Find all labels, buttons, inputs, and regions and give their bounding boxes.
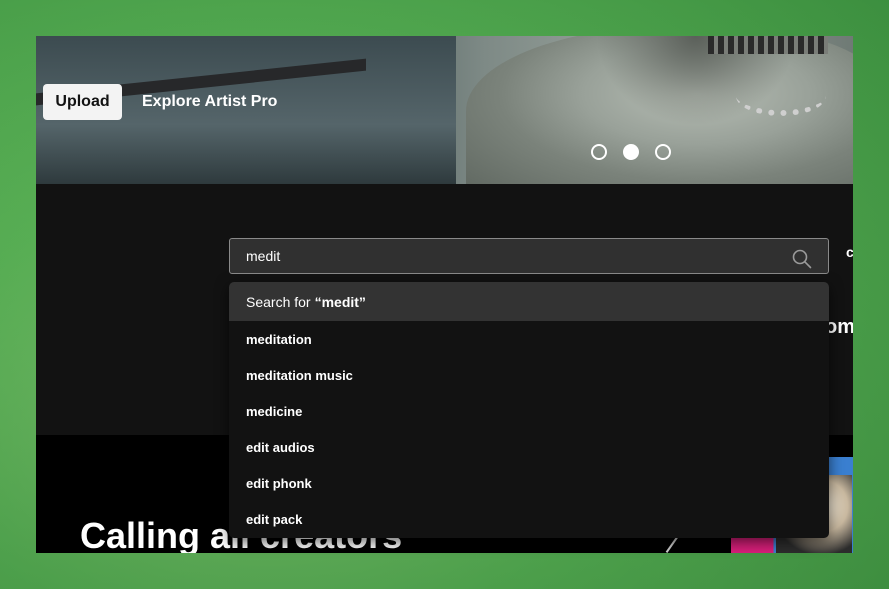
explore-artist-pro-link[interactable]: Explore Artist Pro bbox=[142, 93, 277, 111]
clipped-heading-text: om bbox=[825, 316, 853, 338]
carousel-dot-3[interactable] bbox=[655, 144, 671, 160]
hero-image-hair bbox=[708, 36, 828, 54]
search-for-query: “medit” bbox=[314, 293, 366, 310]
search-suggestions-dropdown: Search for “medit” meditation meditation… bbox=[229, 282, 829, 538]
suggestion-item[interactable]: edit pack bbox=[229, 501, 829, 537]
hero-banner: Upload Explore Artist Pro bbox=[36, 36, 853, 184]
carousel-dot-1[interactable] bbox=[591, 144, 607, 160]
suggestion-item[interactable]: edit audios bbox=[229, 429, 829, 465]
upload-button[interactable]: Upload bbox=[43, 84, 122, 120]
search-box bbox=[229, 238, 829, 274]
search-icon[interactable] bbox=[792, 249, 812, 269]
clipped-link-text[interactable]: c bbox=[846, 244, 853, 260]
suggestion-list: meditation meditation music medicine edi… bbox=[229, 321, 829, 537]
search-for-suggestion[interactable]: Search for “medit” bbox=[229, 282, 829, 321]
suggestion-item[interactable]: meditation bbox=[229, 321, 829, 357]
carousel-dots bbox=[591, 144, 671, 160]
hero-image-chain bbox=[736, 76, 826, 116]
search-for-prefix: Search for bbox=[246, 293, 311, 310]
carousel-dot-2[interactable] bbox=[623, 144, 639, 160]
suggestion-item[interactable]: edit phonk bbox=[229, 465, 829, 501]
search-input[interactable] bbox=[246, 239, 786, 273]
suggestion-item[interactable]: medicine bbox=[229, 393, 829, 429]
suggestion-item[interactable]: meditation music bbox=[229, 357, 829, 393]
